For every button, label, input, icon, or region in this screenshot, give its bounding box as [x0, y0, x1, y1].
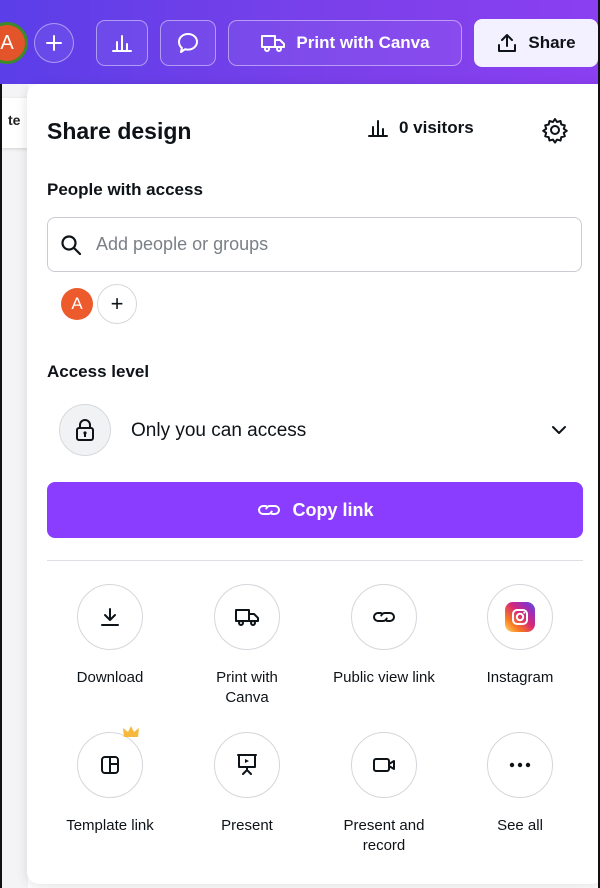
template-icon-circle	[77, 726, 143, 798]
search-icon	[61, 234, 82, 255]
access-level-heading: Access level	[47, 362, 150, 381]
present-and-record-option[interactable]: Present and record	[324, 732, 444, 856]
lock-icon-container	[59, 404, 111, 456]
upload-icon	[498, 34, 517, 52]
top-toolbar: A Print with Canva Share	[0, 0, 600, 84]
visitors-count: 0 visitors	[399, 118, 474, 137]
present-option[interactable]: Present	[187, 732, 307, 836]
template-icon	[101, 756, 119, 774]
public-view-link-option[interactable]: Public view link	[324, 584, 444, 688]
instagram-option[interactable]: Instagram	[460, 584, 580, 688]
visitors-button[interactable]: 0 visitors	[367, 118, 474, 138]
crown-icon	[123, 726, 139, 737]
add-person-button[interactable]: +	[97, 284, 137, 324]
person-avatar: A	[61, 288, 93, 320]
print-with-canva-button[interactable]: Print with Canva	[228, 20, 462, 66]
instagram-label: Instagram	[486, 669, 554, 686]
divider	[47, 560, 583, 561]
comment-icon	[178, 33, 198, 53]
chevron-down-icon	[552, 426, 566, 434]
plus-icon	[46, 35, 62, 51]
present-and-record-label: Present and record	[343, 817, 425, 854]
share-button-label: Share	[528, 33, 576, 52]
print-with-canva-option[interactable]: Print with Canva	[187, 584, 307, 708]
add-people-field[interactable]	[47, 217, 582, 272]
settings-button[interactable]	[540, 115, 570, 150]
panel-title: Share design	[47, 118, 192, 144]
more-icon-circle	[487, 732, 553, 798]
instagram-icon	[505, 602, 535, 632]
see-all-label: See all	[497, 817, 543, 834]
truck-icon	[261, 35, 286, 52]
link-icon-circle	[351, 584, 417, 650]
access-level-value: Only you can access	[131, 420, 307, 441]
insights-button[interactable]	[96, 20, 148, 66]
present-icon-circle	[214, 732, 280, 798]
user-avatar[interactable]: A	[0, 22, 28, 64]
link-icon	[373, 612, 395, 622]
share-button[interactable]: Share	[474, 19, 598, 67]
download-icon	[101, 608, 119, 626]
public-view-link-label: Public view link	[333, 669, 435, 686]
download-option[interactable]: Download	[50, 584, 170, 688]
see-all-option[interactable]: See all	[460, 732, 580, 836]
bar-chart-icon	[368, 120, 388, 137]
copy-link-label: Copy link	[292, 499, 374, 520]
editor-side-strip	[2, 84, 28, 888]
present-icon	[237, 754, 257, 775]
camera-icon	[373, 758, 395, 772]
print-button-label: Print with Canva	[296, 33, 430, 52]
record-icon-circle	[351, 732, 417, 798]
template-link-option[interactable]: Template link	[50, 726, 170, 836]
add-collaborator-button[interactable]	[34, 23, 74, 63]
truck-icon-circle	[214, 584, 280, 650]
download-icon-circle	[77, 584, 143, 650]
plus-icon: +	[110, 291, 124, 316]
link-icon	[258, 505, 281, 515]
comments-button[interactable]	[160, 20, 216, 66]
more-icon	[509, 762, 531, 768]
present-label: Present	[221, 817, 273, 834]
gear-icon	[542, 118, 568, 144]
bar-chart-icon	[112, 35, 132, 52]
print-with-canva-label: Print with Canva	[216, 669, 278, 706]
copy-link-button[interactable]: Copy link	[47, 482, 583, 538]
access-level-dropdown[interactable]: Only you can access	[47, 402, 582, 462]
truck-icon	[235, 609, 259, 626]
download-label: Download	[76, 669, 144, 686]
people-heading: People with access	[47, 180, 203, 199]
add-people-input[interactable]	[94, 233, 558, 256]
share-panel: Share design 0 visitors People with acce…	[27, 84, 600, 884]
template-link-label: Template link	[66, 817, 154, 834]
instagram-icon-circle	[487, 584, 553, 650]
lock-icon	[76, 419, 94, 441]
